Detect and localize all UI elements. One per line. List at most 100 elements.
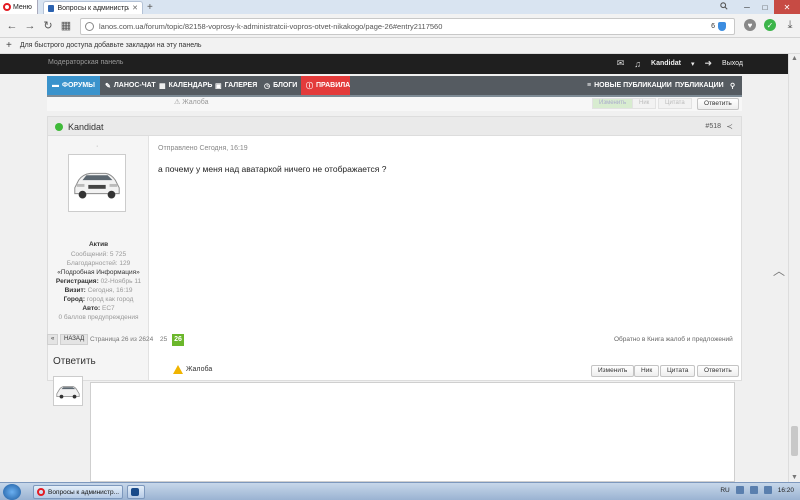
list-icon: ≡ xyxy=(587,82,592,89)
bell-icon[interactable]: ♫ xyxy=(634,59,641,69)
opera-menu-button[interactable]: Меню xyxy=(0,0,38,14)
minimize-icon[interactable]: ─ xyxy=(738,0,756,14)
nav-label: КАЛЕНДАРЬ xyxy=(168,82,213,89)
nav-rules[interactable]: ⓘ ПРАВИЛА xyxy=(301,76,350,95)
forward-arrow-icon[interactable]: → xyxy=(24,20,36,32)
nav-forums[interactable]: ▬ ФОРУМЫ xyxy=(47,76,100,95)
city-label: Город: xyxy=(63,296,86,303)
close-window-icon[interactable]: ✕ xyxy=(774,0,800,14)
prev-edit-button[interactable]: Изменить xyxy=(592,98,634,109)
visit-value: Сегодня, 16:19 xyxy=(87,287,133,294)
scroll-to-top-icon[interactable]: ︿ xyxy=(773,262,785,279)
previous-post-footer: ⚠ Жалоба Изменить Ник Цитата Ответить xyxy=(47,97,742,111)
tab-title: Вопросы к администрации xyxy=(57,4,129,12)
nick-button[interactable]: Ник xyxy=(634,365,660,377)
clock[interactable]: 16:20 xyxy=(778,487,794,494)
author-registration: Регистрация: 02-Ноябрь 11 xyxy=(48,278,149,285)
author-thanks: Благодарностей: 129 xyxy=(66,260,131,267)
logout-link[interactable]: Выход xyxy=(722,60,743,67)
report-label: Жалоба xyxy=(186,366,213,373)
post-author[interactable]: Kandidat xyxy=(68,122,104,132)
scroll-up-icon[interactable]: ▲ xyxy=(791,55,798,62)
reply-avatar xyxy=(53,376,83,406)
nav-label: ФОРУМЫ xyxy=(62,82,96,89)
prev-report-link[interactable]: ⚠ Жалоба xyxy=(174,98,208,106)
tab-search-icon[interactable] xyxy=(720,2,728,10)
system-tray: RU 16:20 xyxy=(720,486,794,494)
city-value: город как город xyxy=(86,296,134,303)
envelope-icon[interactable]: ✉ xyxy=(617,58,625,69)
author-city: Город: город как город xyxy=(48,296,149,303)
bookmarks-hint: Для быстрого доступа добавьте закладки н… xyxy=(19,42,202,49)
pagination: « НАЗАД Страница 26 из 26 24 25 26 Обрат… xyxy=(47,333,742,346)
nav-new-publications[interactable]: ≡ НОВЫЕ ПУБЛИКАЦИИ xyxy=(582,76,677,95)
map-pin-icon[interactable]: ⚲ xyxy=(725,76,740,95)
auto-value: EC7 xyxy=(102,305,115,312)
start-button[interactable] xyxy=(3,484,21,500)
maximize-icon[interactable]: □ xyxy=(756,0,774,14)
post-body: а почему у меня над аватаркой ничего не … xyxy=(158,164,387,174)
quote-button[interactable]: Цитата xyxy=(660,365,696,377)
download-icon[interactable]: ⤓ xyxy=(784,19,796,31)
first-page-button[interactable]: « xyxy=(47,334,59,345)
speed-dial-icon[interactable]: ▦ xyxy=(60,20,72,32)
page-link-24[interactable]: 24 xyxy=(146,336,153,343)
tray-flag-icon[interactable] xyxy=(763,486,772,494)
window-controls: ─ □ ✕ xyxy=(738,0,800,14)
nav-publications[interactable]: ПУБЛИКАЦИИ xyxy=(670,76,729,95)
heart-icon[interactable]: ♥ xyxy=(744,19,756,31)
post-number[interactable]: #518 xyxy=(705,123,721,130)
adblock-badge[interactable]: 6 xyxy=(711,22,726,31)
taskbar-app[interactable] xyxy=(127,485,145,499)
taskbar-opera-window[interactable]: Вопросы к администр... xyxy=(33,485,123,499)
edit-button[interactable]: Изменить xyxy=(591,365,635,377)
nav-gallery[interactable]: ▣ ГАЛЕРЕЯ xyxy=(210,76,262,95)
url-field[interactable]: lanos.com.ua/forum/topic/82158-voprosy-k… xyxy=(80,18,735,35)
check-circle-icon[interactable]: ✓ xyxy=(764,19,776,31)
share-icon[interactable]: ≺ xyxy=(726,122,733,131)
globe-icon xyxy=(85,22,94,31)
reply-editor[interactable] xyxy=(90,382,735,482)
page-scrollbar[interactable]: ▲ ▼ xyxy=(788,54,800,482)
prev-nick-button[interactable]: Ник xyxy=(632,98,657,109)
registration-value: 02-Ноябрь 11 xyxy=(100,278,142,285)
nav-calendar[interactable]: ▦ КАЛЕНДАРЬ xyxy=(154,76,217,95)
mod-panel-link[interactable]: Модераторская панель xyxy=(48,59,123,66)
adblock-count: 6 xyxy=(711,23,715,30)
reply-button[interactable]: Ответить xyxy=(697,365,739,377)
nav-blogs[interactable]: ◷ БЛОГИ xyxy=(259,76,302,95)
bookmarks-bar: + Для быстрого доступа добавьте закладки… xyxy=(0,38,800,54)
nav-label: ПРАВИЛА xyxy=(316,82,351,89)
warning-icon: ⚠ xyxy=(174,99,181,106)
prev-report-label: Жалоба xyxy=(182,99,209,106)
prev-quote-button[interactable]: Цитата xyxy=(658,98,692,109)
windows-taskbar: Вопросы к администр... RU 16:20 xyxy=(0,482,800,500)
main-navbar: ▬ ФОРУМЫ ✎ ЛАНОС-ЧАТ ▦ КАЛЕНДАРЬ ▣ ГАЛЕР… xyxy=(47,76,742,97)
prev-reply-button[interactable]: Ответить xyxy=(697,98,739,110)
post-header: Kandidat #518 ≺ xyxy=(48,117,741,136)
report-link[interactable]: Жалоба xyxy=(173,365,212,374)
back-button[interactable]: НАЗАД xyxy=(60,334,89,345)
tray-volume-icon[interactable] xyxy=(749,486,758,494)
new-tab-button[interactable]: + xyxy=(147,2,153,13)
back-to-forum-link[interactable]: Обратно в Книга жалоб и предложений xyxy=(614,336,733,343)
nav-label: ЛАНОС-ЧАТ xyxy=(113,82,156,89)
page-info: Страница 26 из 26 xyxy=(90,336,146,343)
tray-network-icon[interactable] xyxy=(735,486,744,494)
avatar[interactable] xyxy=(68,154,126,212)
page-link-25[interactable]: 25 xyxy=(160,336,167,343)
author-details-link[interactable]: «Подробная Информация» xyxy=(48,269,149,276)
reload-icon[interactable]: ↻ xyxy=(42,20,54,32)
tab-close-icon[interactable]: ✕ xyxy=(132,4,138,12)
nav-chat[interactable]: ✎ ЛАНОС-ЧАТ xyxy=(100,76,161,95)
scroll-down-icon[interactable]: ▼ xyxy=(791,474,798,481)
address-right-icons: ♥ ✓ ⤓ xyxy=(744,19,796,31)
browser-tab[interactable]: Вопросы к администрации ✕ xyxy=(43,1,143,14)
taskbar-window-title: Вопросы к администр... xyxy=(48,488,120,496)
add-bookmark-icon[interactable]: + xyxy=(6,40,12,51)
username-menu[interactable]: Kandidat xyxy=(651,60,681,67)
scroll-thumb[interactable] xyxy=(791,426,798,456)
user-caret-icon[interactable]: ▾ xyxy=(691,60,695,68)
language-indicator[interactable]: RU xyxy=(720,487,729,494)
back-arrow-icon[interactable]: ← xyxy=(6,20,18,32)
